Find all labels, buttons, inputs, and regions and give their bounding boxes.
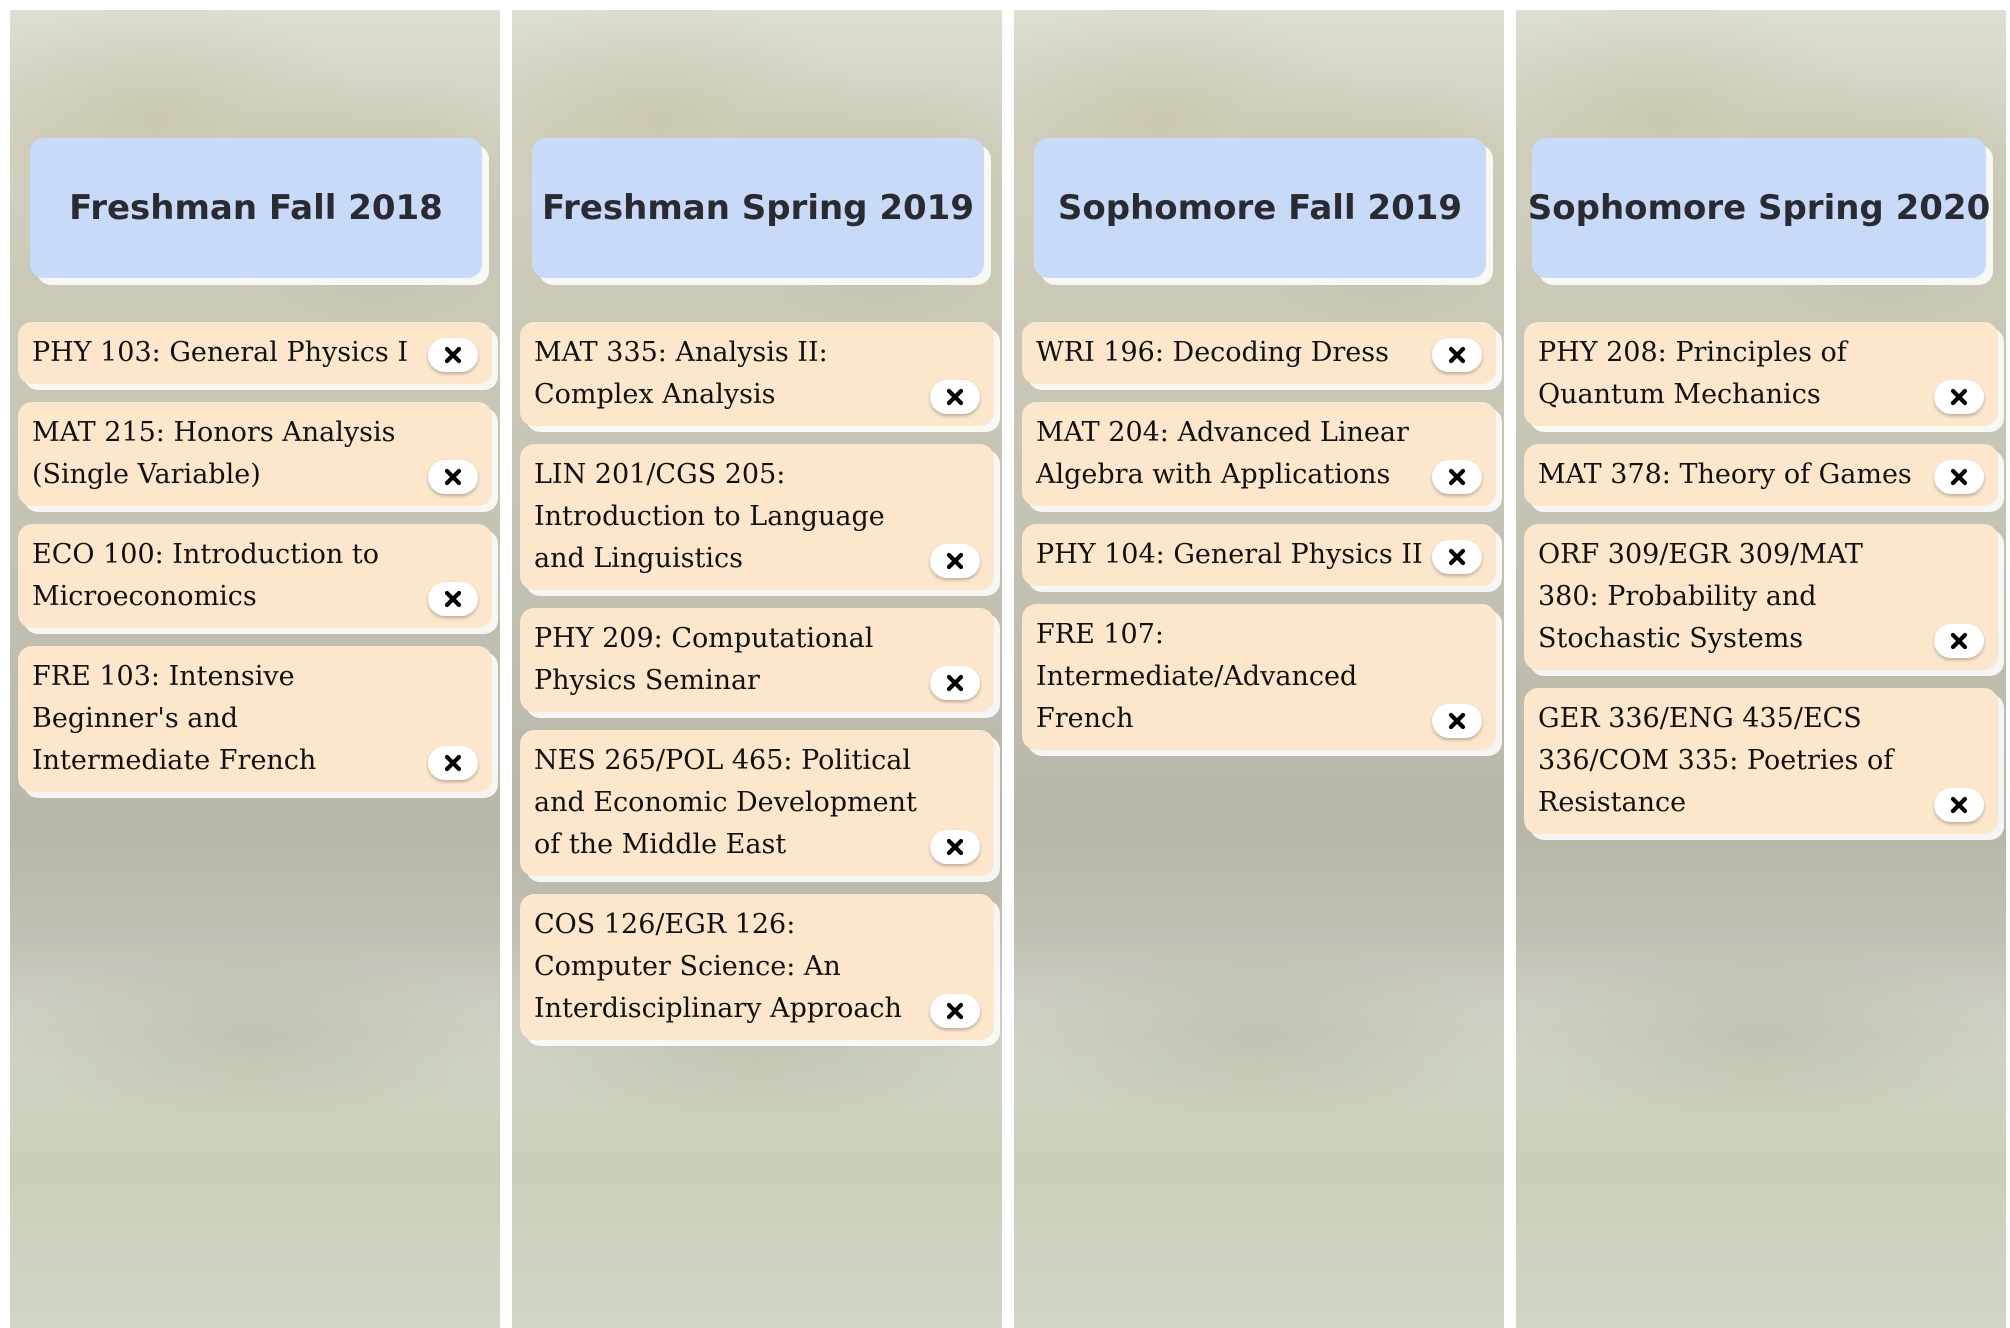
course-title: PHY 208: Principles of Quantum Mechanics: [1538, 337, 1847, 410]
course-list: PHY 103: General Physics I MAT 215: Hono…: [18, 322, 492, 810]
course-card[interactable]: WRI 196: Decoding Dress: [1022, 322, 1496, 384]
remove-course-button[interactable]: [930, 666, 980, 700]
semester-column: Freshman Fall 2018 PHY 103: General Phys…: [10, 10, 500, 1328]
close-icon: [1950, 468, 1968, 486]
semester-header: Sophomore Fall 2019: [1034, 138, 1486, 278]
semester-title: Freshman Spring 2019: [542, 188, 974, 228]
close-icon: [1950, 388, 1968, 406]
close-icon: [444, 590, 462, 608]
course-card[interactable]: MAT 215: Honors Analysis (Single Variabl…: [18, 402, 492, 506]
remove-course-button[interactable]: [1934, 788, 1984, 822]
semester-title: Sophomore Fall 2019: [1057, 188, 1463, 228]
course-card[interactable]: PHY 209: Computational Physics Seminar: [520, 608, 994, 712]
semester-header: Sophomore Spring 2020: [1528, 138, 1990, 278]
close-icon: [1950, 796, 1968, 814]
course-title: MAT 378: Theory of Games: [1538, 459, 1912, 490]
close-icon: [946, 388, 964, 406]
course-list: MAT 335: Analysis II: Complex Analysis L…: [520, 322, 994, 1058]
course-card[interactable]: MAT 204: Advanced Linear Algebra with Ap…: [1022, 402, 1496, 506]
remove-course-button[interactable]: [930, 544, 980, 578]
course-title: COS 126/EGR 126: Computer Science: An In…: [534, 909, 902, 1024]
course-title: ORF 309/EGR 309/MAT 380: Probability and…: [1538, 539, 1863, 654]
course-title: WRI 196: Decoding Dress: [1036, 337, 1389, 368]
remove-course-button[interactable]: [1432, 704, 1482, 738]
remove-course-button[interactable]: [428, 338, 478, 372]
course-card[interactable]: FRE 107: Intermediate/Advanced French: [1022, 604, 1496, 750]
course-card[interactable]: COS 126/EGR 126: Computer Science: An In…: [520, 894, 994, 1040]
close-icon: [946, 838, 964, 856]
course-title: ECO 100: Introduction to Microeconomics: [32, 539, 379, 612]
course-card[interactable]: PHY 104: General Physics II: [1022, 524, 1496, 586]
semester-title: Sophomore Spring 2020: [1527, 188, 1991, 228]
semester-header: Freshman Spring 2019: [532, 138, 984, 278]
remove-course-button[interactable]: [428, 460, 478, 494]
course-list: PHY 208: Principles of Quantum Mechanics…: [1524, 322, 1998, 852]
remove-course-button[interactable]: [1432, 460, 1482, 494]
course-title: PHY 104: General Physics II: [1036, 539, 1423, 570]
close-icon: [946, 1002, 964, 1020]
remove-course-button[interactable]: [1934, 380, 1984, 414]
close-icon: [1950, 632, 1968, 650]
close-icon: [444, 346, 462, 364]
close-icon: [1448, 712, 1466, 730]
semester-column: Sophomore Fall 2019 WRI 196: Decoding Dr…: [1014, 10, 1504, 1328]
course-title: MAT 204: Advanced Linear Algebra with Ap…: [1036, 417, 1409, 490]
semester-column: Freshman Spring 2019 MAT 335: Analysis I…: [512, 10, 1002, 1328]
course-card[interactable]: PHY 103: General Physics I: [18, 322, 492, 384]
close-icon: [946, 552, 964, 570]
remove-course-button[interactable]: [1432, 338, 1482, 372]
course-card[interactable]: MAT 378: Theory of Games: [1524, 444, 1998, 506]
course-title: NES 265/POL 465: Political and Economic …: [534, 745, 917, 860]
remove-course-button[interactable]: [428, 582, 478, 616]
remove-course-button[interactable]: [428, 746, 478, 780]
course-title: LIN 201/CGS 205: Introduction to Languag…: [534, 459, 885, 574]
semester-title: Freshman Fall 2018: [69, 188, 443, 228]
semester-header: Freshman Fall 2018: [30, 138, 482, 278]
close-icon: [444, 468, 462, 486]
course-title: PHY 209: Computational Physics Seminar: [534, 623, 874, 696]
course-card[interactable]: ECO 100: Introduction to Microeconomics: [18, 524, 492, 628]
remove-course-button[interactable]: [930, 994, 980, 1028]
course-card[interactable]: MAT 335: Analysis II: Complex Analysis: [520, 322, 994, 426]
close-icon: [1448, 346, 1466, 364]
semester-board: Freshman Fall 2018 PHY 103: General Phys…: [0, 0, 2010, 1328]
remove-course-button[interactable]: [1934, 624, 1984, 658]
semester-column: Sophomore Spring 2020 PHY 208: Principle…: [1516, 10, 2006, 1328]
course-card[interactable]: FRE 103: Intensive Beginner's and Interm…: [18, 646, 492, 792]
close-icon: [444, 754, 462, 772]
course-card[interactable]: LIN 201/CGS 205: Introduction to Languag…: [520, 444, 994, 590]
course-title: PHY 103: General Physics I: [32, 337, 408, 368]
remove-course-button[interactable]: [1432, 540, 1482, 574]
course-title: FRE 103: Intensive Beginner's and Interm…: [32, 661, 317, 776]
close-icon: [1448, 548, 1466, 566]
course-card[interactable]: GER 336/ENG 435/ECS 336/COM 335: Poetrie…: [1524, 688, 1998, 834]
course-title: MAT 335: Analysis II: Complex Analysis: [534, 337, 828, 410]
course-card[interactable]: NES 265/POL 465: Political and Economic …: [520, 730, 994, 876]
remove-course-button[interactable]: [930, 380, 980, 414]
course-title: MAT 215: Honors Analysis (Single Variabl…: [32, 417, 396, 490]
close-icon: [1448, 468, 1466, 486]
course-title: FRE 107: Intermediate/Advanced French: [1036, 619, 1358, 734]
course-list: WRI 196: Decoding Dress MAT 204: Advance…: [1022, 322, 1496, 768]
course-title: GER 336/ENG 435/ECS 336/COM 335: Poetrie…: [1538, 703, 1894, 818]
remove-course-button[interactable]: [1934, 460, 1984, 494]
course-card[interactable]: PHY 208: Principles of Quantum Mechanics: [1524, 322, 1998, 426]
course-card[interactable]: ORF 309/EGR 309/MAT 380: Probability and…: [1524, 524, 1998, 670]
remove-course-button[interactable]: [930, 830, 980, 864]
close-icon: [946, 674, 964, 692]
